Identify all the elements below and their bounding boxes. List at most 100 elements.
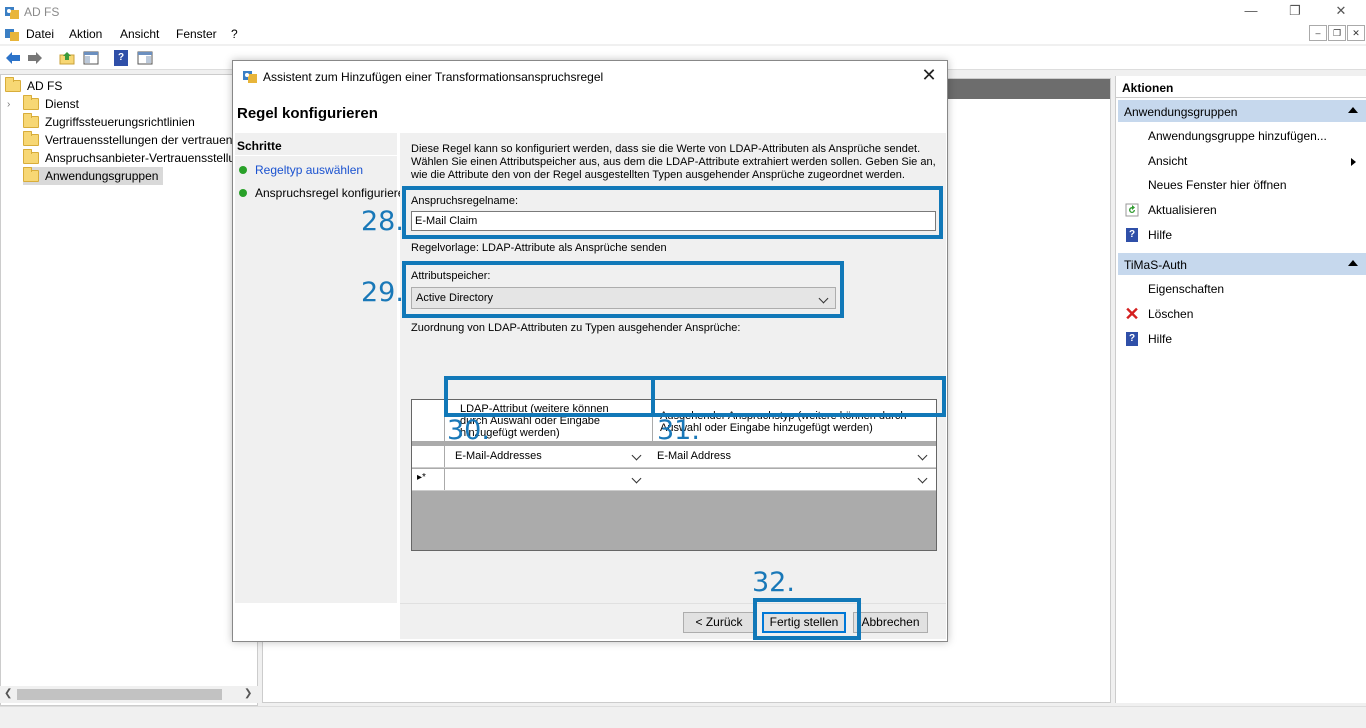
action-label: Neues Fenster hier öffnen — [1148, 178, 1287, 192]
tree-item-zugriffssteuerungsrichtlinien[interactable]: Zugriffssteuerungsrichtlinien — [23, 113, 195, 131]
action-view[interactable]: Ansicht — [1118, 150, 1366, 172]
window-titlebar: AD FS — ❐ ✕ — [0, 0, 1366, 24]
step-complete-icon — [239, 166, 247, 174]
folder-icon — [23, 149, 39, 164]
refresh-icon — [1125, 202, 1139, 218]
back-button[interactable]: < Zurück — [683, 612, 755, 633]
action-help-2[interactable]: ? Hilfe — [1118, 328, 1366, 350]
table-row[interactable]: E-Mail-Addresses E-Mail Address — [412, 446, 936, 468]
menu-bar: Datei Aktion Ansicht Fenster ? — [0, 24, 1366, 44]
cancel-button[interactable]: Abbrechen — [853, 612, 928, 633]
submenu-arrow-icon — [1351, 158, 1356, 166]
mapping-label: Zuordnung von LDAP-Attributen zu Typen a… — [411, 322, 741, 334]
show-hide-action-pane-icon[interactable] — [136, 49, 154, 67]
actions-group-anwendungsgruppen[interactable]: Anwendungsgruppen — [1118, 100, 1366, 122]
show-hide-tree-icon[interactable] — [82, 49, 100, 67]
mdi-restore-button[interactable]: ❐ — [1328, 25, 1346, 41]
actions-pane-title: Aktionen — [1116, 76, 1366, 98]
tree-item-label: Vertrauensstellungen der vertrauenden — [45, 133, 235, 147]
scrollbar-thumb[interactable] — [17, 689, 222, 700]
tree-item-label: Dienst — [45, 97, 80, 111]
forward-arrow-icon[interactable] — [26, 49, 44, 67]
delete-icon: ✕ — [1124, 303, 1140, 324]
tree-root-adfs[interactable]: AD FS — [5, 77, 62, 95]
actions-pane: Aktionen Anwendungsgruppen Anwendungsgru… — [1115, 76, 1366, 703]
folder-icon — [23, 131, 39, 146]
menu-fenster[interactable]: Fenster — [176, 27, 217, 41]
ldap-attribute-select[interactable]: E-Mail-Addresses — [452, 448, 648, 466]
tree-item-anwendungsgruppen[interactable]: Anwendungsgruppen — [23, 167, 163, 185]
menu-datei[interactable]: Datei — [26, 27, 54, 41]
ldap-attribute-value: E-Mail-Addresses — [455, 450, 542, 462]
folder-icon — [23, 167, 39, 182]
mmc-icon[interactable] — [4, 26, 20, 42]
action-add-application-group[interactable]: Anwendungsgruppe hinzufügen... — [1118, 125, 1366, 147]
action-label: Eigenschaften — [1148, 282, 1225, 296]
tree-item-label: Zugriffssteuerungsrichtlinien — [45, 115, 195, 129]
row-header[interactable] — [412, 446, 445, 467]
chevron-down-icon — [631, 473, 642, 484]
minimize-button[interactable]: — — [1228, 2, 1274, 22]
console-tree: AD FS › Dienst Zugriffssteuerungsrichtli… — [0, 74, 258, 706]
help-icon: ? — [1125, 331, 1139, 347]
action-label: Hilfe — [1148, 228, 1173, 242]
divider — [235, 155, 397, 156]
wizard-steps-panel: Schritte Regeltyp auswählen Anspruchsreg… — [235, 133, 411, 603]
restore-button[interactable]: ❐ — [1272, 2, 1318, 22]
collapse-icon[interactable] — [1348, 260, 1358, 266]
up-folder-icon[interactable] — [58, 49, 76, 67]
mdi-close-button[interactable]: ✕ — [1347, 25, 1365, 41]
annotation-number-30: 30. — [447, 415, 490, 446]
add-transform-claim-rule-wizard: Assistent zum Hinzufügen einer Transform… — [232, 60, 948, 642]
annotation-number-28: 28. — [361, 206, 404, 237]
tree-horizontal-scrollbar[interactable]: ❮ ❯ — [0, 686, 258, 703]
chevron-right-icon[interactable]: › — [7, 99, 19, 110]
collapse-icon[interactable] — [1348, 107, 1358, 113]
annotation-box-attribute-store — [402, 261, 844, 318]
tree-item-vertrauensstellungen[interactable]: Vertrauensstellungen der vertrauenden — [23, 131, 235, 149]
adfs-icon — [5, 7, 19, 19]
back-arrow-icon[interactable] — [4, 49, 22, 67]
table-row-new[interactable]: ▸* — [412, 469, 936, 491]
tree-item-anspruchsanbieter[interactable]: Anspruchsanbieter-Vertrauensstellungen — [23, 149, 235, 167]
tree-item-label: AD FS — [27, 79, 63, 93]
help-icon: ? — [1125, 227, 1139, 243]
group-label: TiMaS-Auth — [1124, 258, 1187, 272]
tree-item-label: Anwendungsgruppen — [45, 169, 159, 183]
outgoing-claim-type-select[interactable]: E-Mail Address — [654, 448, 934, 466]
action-label: Löschen — [1148, 307, 1194, 321]
menu-aktion[interactable]: Aktion — [69, 27, 102, 41]
steps-title: Schritte — [237, 139, 282, 153]
scroll-right-icon[interactable]: ❯ — [244, 688, 252, 699]
menu-ansicht[interactable]: Ansicht — [120, 27, 159, 41]
help-icon[interactable]: ? — [112, 49, 130, 67]
dialog-titlebar: Assistent zum Hinzufügen einer Transform… — [233, 61, 947, 91]
actions-group-timas-auth[interactable]: TiMaS-Auth — [1118, 253, 1366, 275]
action-properties[interactable]: Eigenschaften — [1118, 278, 1366, 300]
scroll-left-icon[interactable]: ❮ — [4, 688, 12, 699]
step-label: Regeltyp auswählen — [255, 163, 364, 177]
ldap-attribute-select-new[interactable] — [452, 471, 648, 489]
action-new-window[interactable]: Neues Fenster hier öffnen — [1118, 174, 1366, 196]
group-label: Anwendungsgruppen — [1124, 105, 1238, 119]
row-header-corner — [412, 400, 445, 441]
tree-item-label: Anspruchsanbieter-Vertrauensstellungen — [45, 151, 235, 165]
status-bar — [0, 706, 1366, 728]
close-window-button[interactable]: ✕ — [1318, 2, 1364, 22]
action-refresh[interactable]: Aktualisieren — [1118, 199, 1366, 221]
menu-help[interactable]: ? — [231, 27, 238, 41]
dialog-close-button[interactable]: ✕ — [917, 65, 941, 87]
action-delete[interactable]: ✕ Löschen — [1118, 303, 1366, 325]
outgoing-claim-type-select-new[interactable] — [654, 471, 934, 489]
tree-item-dienst[interactable]: › Dienst — [7, 95, 79, 113]
annotation-number-32: 32. — [752, 567, 795, 598]
step-choose-rule-type[interactable]: Regeltyp auswählen — [239, 163, 363, 177]
annotation-number-29: 29. — [361, 277, 404, 308]
chevron-down-icon — [917, 450, 928, 461]
intro-text: Diese Regel kann so konfiguriert werden,… — [411, 143, 936, 181]
wizard-button-bar: < Zurück Fertig stellen Abbrechen — [400, 603, 946, 639]
mdi-minimize-button[interactable]: – — [1309, 25, 1327, 41]
adfs-icon — [243, 71, 257, 83]
action-help[interactable]: ? Hilfe — [1118, 224, 1366, 246]
row-header[interactable]: ▸* — [412, 469, 445, 490]
